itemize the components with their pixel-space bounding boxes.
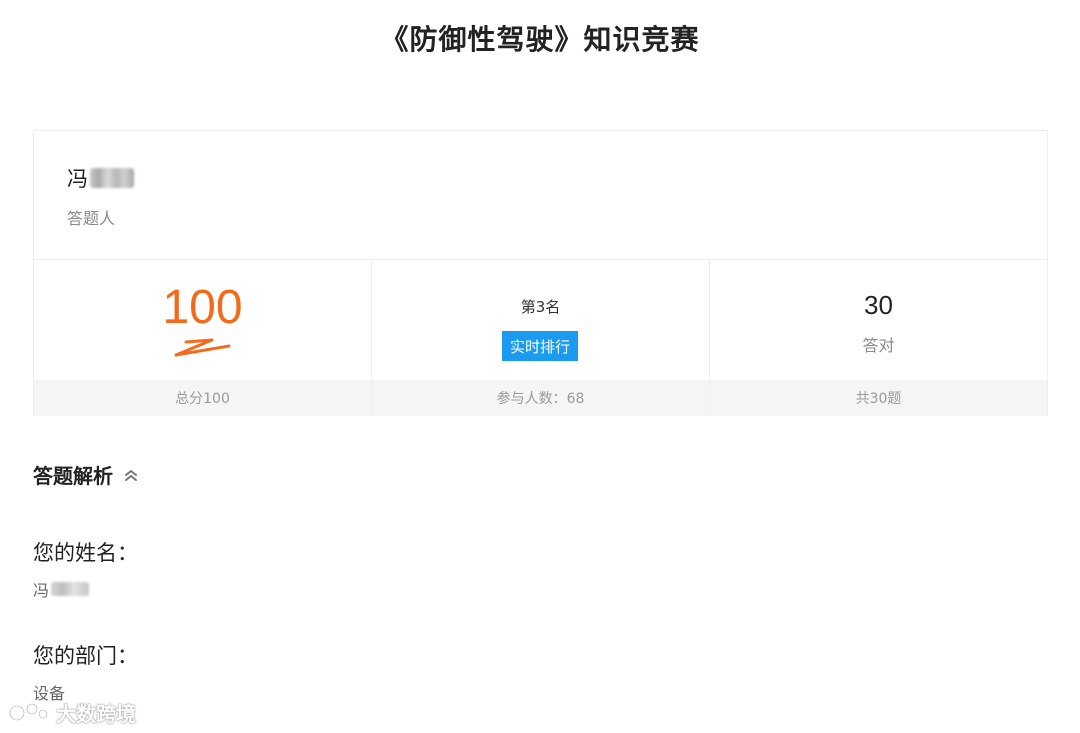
analysis-title: 答题解析 <box>33 464 113 488</box>
answer-text: 冯 <box>33 577 138 601</box>
realtime-ranking-button[interactable]: 实时排行 <box>502 331 578 361</box>
answer-visible-text: 冯 <box>33 581 50 600</box>
analysis-header[interactable]: 答题解析 <box>33 460 139 489</box>
page-title: 《防御性驾驶》知识竞赛 <box>380 23 700 56</box>
qa-item: 您的部门： 设备 <box>33 640 138 704</box>
correct-label: 答对 <box>862 336 895 355</box>
stats-row: 100 总分100 第3名 实时排行 参与人数：68 30 答对 共30题 <box>34 260 1047 416</box>
respondent-block: 冯 答题人 <box>34 131 1047 260</box>
total-questions-footer: 共30题 <box>710 380 1047 416</box>
name-blur-mask <box>90 168 134 188</box>
score-value: 100 <box>162 281 243 334</box>
watermark-text: 大数跨境 <box>56 702 136 726</box>
participants-footer: 参与人数：68 <box>372 380 709 416</box>
double-chevron-up-icon[interactable] <box>123 467 139 483</box>
question-text: 您的姓名： <box>33 541 138 565</box>
question-text: 您的部门： <box>33 644 138 668</box>
rank-stat: 第3名 实时排行 参与人数：68 <box>372 260 710 416</box>
score-stat: 100 总分100 <box>34 260 372 416</box>
score-underline-icon <box>174 338 231 357</box>
result-card: 冯 答题人 100 总分100 第3名 实时排行 参与人数：68 30 答对 共… <box>33 130 1048 416</box>
respondent-role-label: 答题人 <box>67 209 116 228</box>
rank-text: 第3名 <box>520 298 561 316</box>
correct-count: 30 <box>864 290 893 320</box>
correct-stat: 30 答对 共30题 <box>710 260 1047 416</box>
watermark: 大数跨境 <box>8 698 136 727</box>
watermark-logo-icon <box>8 702 49 721</box>
respondent-name-text: 冯 <box>67 167 88 191</box>
qa-item: 您的姓名： 冯 <box>33 537 138 601</box>
respondent-name: 冯 <box>67 163 134 193</box>
score-footer: 总分100 <box>34 380 371 416</box>
answer-blur-mask <box>51 582 90 596</box>
